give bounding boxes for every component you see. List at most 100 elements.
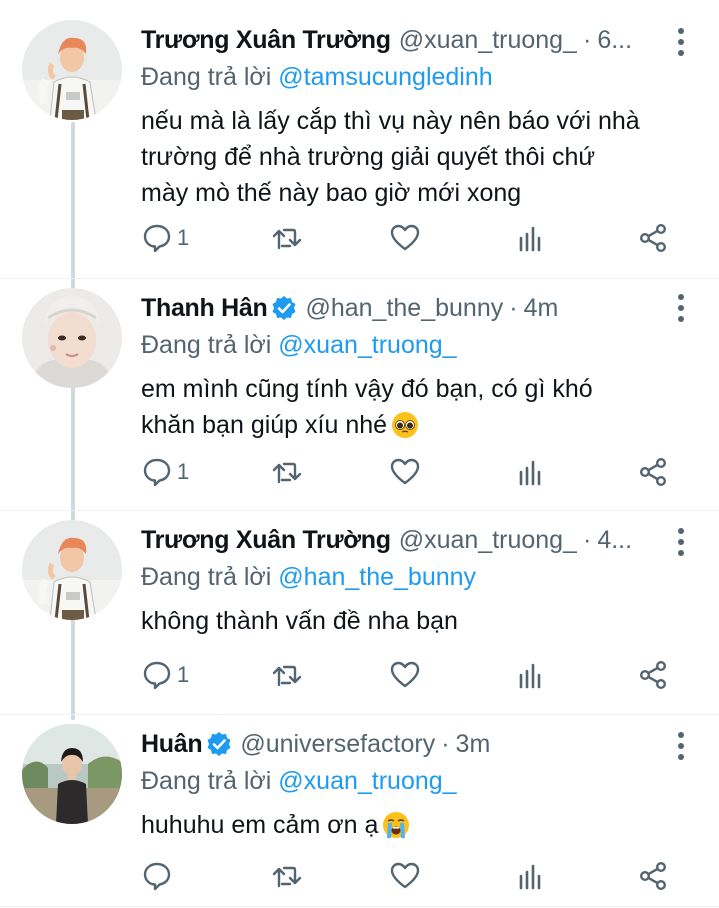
separator-dot: · [583,25,592,54]
more-options-icon[interactable] [677,732,685,760]
more-options-icon[interactable] [677,28,685,56]
tweet-text-line-content: huhuhu em cảm ơn ạ [141,811,379,839]
reply-icon [143,224,171,253]
mention-link[interactable]: @han_the_bunny [278,563,476,591]
reply-icon [143,661,171,690]
mention-link[interactable]: @xuan_truong_ [278,767,456,795]
tweet-text-line: không thành vấn đề nha bạn [141,607,458,635]
avatar[interactable] [22,288,122,388]
analytics-icon [519,460,541,486]
views-button[interactable] [515,655,547,695]
divider [0,510,719,511]
separator-dot: · [583,525,592,554]
reply-button[interactable]: 1 [141,655,189,695]
avatar[interactable] [22,724,122,824]
views-button[interactable] [515,856,547,896]
display-name[interactable]: Trương Xuân Trường [141,26,391,55]
replying-to-label: Đang trả lời [141,563,279,591]
tweet-text-line: em mình cũng tính vậy đó bạn, có gì khó [141,375,593,403]
share-button[interactable] [637,452,669,492]
pleading-face-emoji [392,412,419,438]
like-button[interactable] [389,655,421,695]
replying-to: Đang trả lời @tamsucungledinh [141,59,675,95]
tweet-text-line: trường để nhà trường giải quyết thôi chứ [141,143,596,171]
heart-icon [390,458,420,485]
share-icon [639,862,667,891]
display-name[interactable]: Thanh Hân [141,294,268,323]
reply-button[interactable] [141,856,177,896]
loudly-crying-face-emoji [383,812,410,838]
user-handle[interactable]: @xuan_truong_ [399,26,577,55]
tweet-text: huhuhu em cảm ơn ạ [141,807,675,843]
views-button[interactable] [515,218,547,258]
avatar[interactable] [22,520,122,620]
divider [0,906,719,907]
timestamp[interactable]: 6... [597,26,632,55]
retweet-button[interactable] [271,218,303,258]
analytics-icon [519,864,541,890]
retweet-icon [272,462,302,484]
retweet-button[interactable] [271,452,303,492]
tweet-text-line: huhuhu em cảm ơn ạ [141,807,675,843]
retweet-icon [272,228,302,250]
retweet-icon [272,866,302,888]
share-button[interactable] [637,856,669,896]
reply-button[interactable]: 1 [141,452,189,492]
analytics-icon [519,663,541,689]
like-button[interactable] [389,856,421,896]
reply-icon [143,862,171,891]
retweet-button[interactable] [271,655,303,695]
separator-dot: · [441,729,450,758]
divider [0,278,719,279]
replying-to-label: Đang trả lời [141,767,279,795]
reply-icon [143,458,171,487]
heart-icon [390,661,420,688]
retweet-button[interactable] [271,856,303,896]
display-name[interactable]: Trương Xuân Trường [141,526,391,555]
share-button[interactable] [637,218,669,258]
more-options-icon[interactable] [677,528,685,556]
replying-to: Đang trả lời @xuan_truong_ [141,327,675,363]
share-icon [639,661,667,690]
tweet-text-line: mày mò thế này bao giờ mới xong [141,179,522,207]
tweet-text: nếu mà là lấy cắp thì vụ này nên báo với… [141,103,675,211]
tweet-text-line: nếu mà là lấy cắp thì vụ này nên báo với… [141,107,640,135]
user-handle[interactable]: @xuan_truong_ [399,526,577,555]
reply-count: 1 [177,459,190,484]
share-icon [639,458,667,487]
replying-to: Đang trả lời @han_the_bunny [141,559,675,595]
analytics-icon [519,226,541,252]
divider [0,714,719,715]
retweet-icon [272,665,302,687]
separator-dot: · [509,293,518,322]
more-options-icon[interactable] [677,294,685,322]
timestamp[interactable]: 3m [456,730,491,759]
replying-to: Đang trả lời @xuan_truong_ [141,763,675,799]
tweet-text: không thành vấn đề nha bạn [141,603,675,639]
views-button[interactable] [515,452,547,492]
avatar[interactable] [22,20,122,120]
reply-count: 1 [177,225,190,250]
like-button[interactable] [389,452,421,492]
heart-icon [390,862,420,889]
replying-to-label: Đang trả lời [141,63,279,91]
tweet-text: em mình cũng tính vậy đó bạn, có gì khó … [141,371,675,443]
tweet-text-line-content: khăn bạn giúp xíu nhé [141,411,388,439]
verified-badge-icon [207,732,231,756]
share-button[interactable] [637,655,669,695]
heart-icon [390,224,420,251]
tweet-text-line: khăn bạn giúp xíu nhé [141,407,675,443]
display-name[interactable]: Huân [141,730,203,759]
timestamp[interactable]: 4m [524,294,559,323]
mention-link[interactable]: @tamsucungledinh [278,63,492,91]
mention-link[interactable]: @xuan_truong_ [278,331,456,359]
replying-to-label: Đang trả lời [141,331,279,359]
like-button[interactable] [389,218,421,258]
timestamp[interactable]: 4... [597,526,632,555]
user-handle[interactable]: @han_the_bunny [305,294,503,323]
share-icon [639,224,667,253]
thread-connector-line [71,122,75,720]
reply-button[interactable]: 1 [141,218,189,258]
reply-count: 1 [177,662,190,687]
user-handle[interactable]: @universefactory [240,730,435,759]
